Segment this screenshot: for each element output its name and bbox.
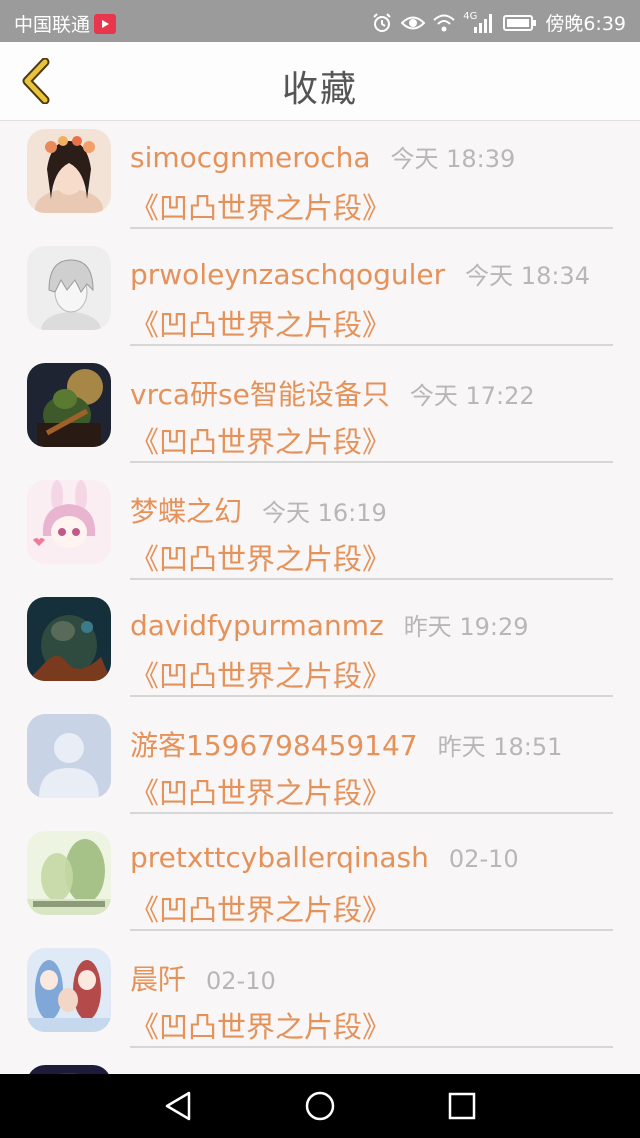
avatar[interactable] bbox=[27, 480, 111, 564]
username[interactable]: 梦蝶之幻 bbox=[130, 490, 242, 530]
home-circle-icon bbox=[305, 1091, 335, 1121]
eye-icon bbox=[401, 14, 426, 32]
nav-recents-button[interactable] bbox=[444, 1088, 480, 1124]
timestamp: 昨天 19:29 bbox=[403, 613, 529, 641]
back-triangle-icon bbox=[165, 1091, 191, 1121]
work-title[interactable]: 《凹凸世界之片段》 bbox=[130, 653, 391, 695]
carrier-name: 中国联通 bbox=[14, 14, 91, 36]
timestamp: 02-10 bbox=[448, 845, 519, 873]
nav-back-button[interactable] bbox=[160, 1088, 196, 1124]
carrier-video-icon bbox=[94, 13, 117, 34]
username[interactable]: pretxttcyballerqinash bbox=[130, 841, 429, 874]
work-title[interactable]: 《凹凸世界之片段》 bbox=[130, 887, 391, 929]
list-item[interactable]: davidfypurmanmz 昨天 19:29 《凹凸世界之片段》 bbox=[0, 589, 640, 706]
status-icons: 4G 傍晚6:39 bbox=[371, 9, 626, 36]
list-item[interactable]: simocgnmerocha 今天 18:39 《凹凸世界之片段》 bbox=[0, 121, 640, 238]
avatar[interactable] bbox=[27, 948, 111, 1032]
avatar[interactable] bbox=[27, 597, 111, 681]
avatar[interactable] bbox=[27, 129, 111, 213]
app-header: 收藏 bbox=[0, 42, 640, 121]
list-item[interactable]: pretxttcyballerqinash 02-10 《凹凸世界之片段》 bbox=[0, 823, 640, 940]
divider bbox=[130, 929, 613, 931]
timestamp: 今天 16:19 bbox=[262, 499, 387, 527]
timestamp: 今天 17:22 bbox=[409, 382, 535, 410]
page-title: 收藏 bbox=[281, 69, 358, 110]
work-title[interactable]: 《凹凸世界之片段》 bbox=[130, 419, 391, 461]
avatar[interactable] bbox=[27, 363, 111, 447]
divider bbox=[130, 344, 613, 346]
username[interactable]: 晨阡 bbox=[130, 958, 186, 998]
nav-home-button[interactable] bbox=[302, 1088, 338, 1124]
timestamp: 02-10 bbox=[206, 967, 276, 995]
system-nav-bar bbox=[0, 1074, 640, 1138]
username[interactable]: 游客1596798459147 bbox=[130, 724, 418, 764]
divider bbox=[130, 695, 613, 697]
timestamp: 今天 18:34 bbox=[465, 262, 590, 290]
favorites-list: simocgnmerocha 今天 18:39 《凹凸世界之片段》 prwole… bbox=[0, 121, 640, 1074]
work-title[interactable]: 《凹凸世界之片段》 bbox=[130, 770, 391, 812]
list-item[interactable]: 游客1596798459147 昨天 18:51 《凹凸世界之片段》 bbox=[0, 706, 640, 823]
work-title[interactable]: 《凹凸世界之片段》 bbox=[130, 302, 391, 344]
divider bbox=[130, 1046, 613, 1048]
carrier-info: 中国联通 bbox=[14, 10, 117, 37]
work-title[interactable]: 《凹凸世界之片段》 bbox=[130, 185, 391, 227]
timestamp: 昨天 18:51 bbox=[437, 733, 563, 761]
list-item[interactable]: prwoleynzaschqoguler 今天 18:34 《凹凸世界之片段》 bbox=[0, 238, 640, 355]
wifi-icon bbox=[433, 14, 455, 32]
divider bbox=[130, 461, 613, 463]
list-item[interactable]: vrca研se智能设备只 今天 17:22 《凹凸世界之片段》 bbox=[0, 355, 640, 472]
avatar[interactable] bbox=[27, 246, 111, 330]
divider bbox=[130, 578, 613, 580]
clock: 傍晚6:39 bbox=[545, 13, 626, 35]
list-item-partial[interactable] bbox=[0, 1057, 640, 1074]
divider bbox=[130, 227, 613, 229]
battery-icon bbox=[503, 14, 537, 32]
username[interactable]: vrca研se智能设备只 bbox=[130, 373, 390, 413]
network-type: 4G bbox=[463, 11, 478, 22]
username[interactable]: prwoleynzaschqoguler bbox=[130, 258, 445, 291]
timestamp: 今天 18:39 bbox=[390, 145, 516, 173]
alarm-icon bbox=[371, 12, 393, 34]
avatar[interactable] bbox=[27, 831, 111, 915]
work-title[interactable]: 《凹凸世界之片段》 bbox=[130, 1004, 391, 1046]
recents-square-icon bbox=[448, 1092, 476, 1120]
username[interactable]: davidfypurmanmz bbox=[130, 609, 384, 642]
signal-icon: 4G bbox=[463, 11, 495, 33]
username[interactable]: simocgnmerocha bbox=[130, 141, 371, 174]
avatar[interactable] bbox=[27, 1065, 111, 1074]
divider bbox=[130, 812, 613, 814]
list-item[interactable]: 梦蝶之幻 今天 16:19 《凹凸世界之片段》 bbox=[0, 472, 640, 589]
status-bar: 中国联通 4G 傍晚6:39 bbox=[0, 0, 640, 42]
list-item[interactable]: 晨阡 02-10 《凹凸世界之片段》 bbox=[0, 940, 640, 1057]
avatar[interactable] bbox=[27, 714, 111, 798]
work-title[interactable]: 《凹凸世界之片段》 bbox=[130, 536, 391, 578]
